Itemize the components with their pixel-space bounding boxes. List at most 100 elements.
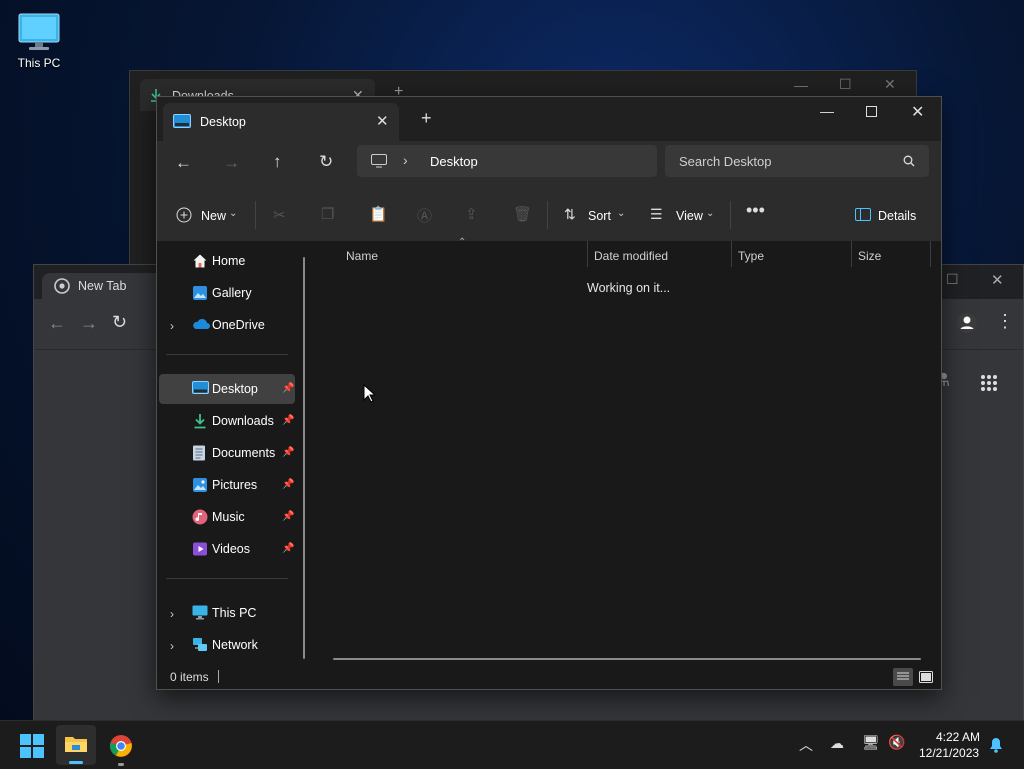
sort-button[interactable]: ⇅ Sort ⌄ [562,203,628,229]
profile-icon[interactable] [956,312,978,334]
explorer-navbar: ← → ↑ ↻ › Desktop Search Desktop [157,141,941,191]
up-icon[interactable]: ↑ [273,152,282,172]
new-tab-icon[interactable]: + [421,108,432,129]
pin-icon[interactable]: 📌 [282,415,294,426]
chevron-right-icon[interactable]: › [170,319,174,333]
maximize-icon[interactable]: ☐ [946,271,959,288]
file-list-pane: ⌃ Name Date modified Type Size Working o… [315,237,941,665]
search-input[interactable]: Search Desktop [679,154,772,169]
column-header-type[interactable]: Type [738,249,764,263]
forward-icon[interactable]: → [80,313,98,334]
sidebar-item-pictures[interactable]: Pictures 📌 [159,470,295,500]
clock-date[interactable]: 12/21/2023 [919,746,979,760]
sidebar-scrollbar[interactable] [303,257,305,659]
file-explorer-window[interactable]: Desktop ✕ + — ✕ ← → ↑ ↻ › Desktop Search… [156,96,942,690]
maximize-icon[interactable]: ☐ [839,76,852,93]
sidebar-item-label: Gallery [212,286,252,300]
minimize-icon[interactable]: — [794,77,808,93]
sidebar-item-music[interactable]: Music 📌 [159,502,295,532]
column-header-date[interactable]: Date modified [594,249,668,263]
refresh-icon[interactable]: ↻ [319,152,333,172]
minimize-icon[interactable]: — [820,103,834,119]
pin-icon[interactable]: 📌 [282,383,294,394]
sidebar-item-home[interactable]: Home [159,246,295,276]
network-status-icon[interactable]: 🖥 [862,734,880,751]
delete-icon[interactable]: 🗑 [513,205,532,223]
new-button[interactable]: New ⌄ [175,203,243,229]
horizontal-scrollbar[interactable] [333,658,921,660]
reload-icon[interactable]: ↻ [112,312,127,333]
explorer-tab-desktop[interactable]: Desktop ✕ [163,103,399,141]
back-icon[interactable]: ← [48,313,66,334]
sort-indicator-icon: ⌃ [458,237,467,248]
sidebar-item-downloads[interactable]: Downloads 📌 [159,406,295,436]
downloads-icon [194,414,206,429]
close-icon[interactable]: ✕ [911,102,924,122]
share-icon[interactable]: ⇪ [465,205,478,223]
chevron-up-icon[interactable]: ︿ [799,735,813,755]
tiles-view-icon [919,671,933,683]
explorer-tab-title: Desktop [200,115,246,129]
chevron-right-icon[interactable]: › [170,639,174,653]
close-tab-icon[interactable]: ✕ [376,112,389,130]
forward-icon[interactable]: → [223,153,240,173]
volume-muted-icon[interactable]: 🔇 [888,734,905,751]
onedrive-offline-icon[interactable]: ☁ [830,735,844,752]
close-icon[interactable]: ✕ [991,271,1004,289]
desktop-icon-label: This PC [17,56,61,70]
column-header-name[interactable]: Name [346,249,378,263]
view-button[interactable]: ☰ View ⌄ [650,203,718,229]
column-divider[interactable] [851,241,852,267]
breadcrumb[interactable]: Desktop [430,154,478,169]
search-box[interactable]: Search Desktop [665,145,929,177]
taskbar-chrome[interactable] [104,725,138,766]
sort-label: Sort [588,209,611,223]
notification-bell-icon[interactable] [989,737,1003,753]
loading-message: Working on it... [587,281,671,295]
sidebar-item-videos[interactable]: Videos 📌 [159,534,295,564]
column-divider[interactable] [930,241,931,267]
more-options-icon[interactable]: ••• [746,200,765,221]
status-divider [218,670,219,683]
maximize-icon[interactable] [866,106,877,117]
column-divider[interactable] [731,241,732,267]
paste-icon[interactable]: 📋 [369,205,388,223]
back-icon[interactable]: ← [175,153,192,173]
pin-icon[interactable]: 📌 [282,447,294,458]
address-bar[interactable]: › Desktop [357,145,657,177]
pin-icon[interactable]: 📌 [282,479,294,490]
column-divider[interactable] [587,241,588,267]
status-bar: 0 items [157,665,941,689]
sidebar-item-desktop[interactable]: Desktop 📌 [159,374,295,404]
details-button[interactable]: Details [853,203,923,229]
sidebar-item-label: Music [212,510,245,524]
chrome-icon [110,735,132,757]
apps-grid-icon[interactable] [980,374,998,392]
rename-icon[interactable]: Ⓐ [417,205,432,226]
clock-time[interactable]: 4:22 AM [936,730,980,744]
close-icon[interactable]: ✕ [884,76,896,93]
sidebar-item-this-pc[interactable]: › This PC [159,598,295,628]
chevron-down-icon: ⌄ [617,208,626,219]
sidebar-item-onedrive[interactable]: › OneDrive [159,310,295,340]
chevron-right-icon[interactable]: › [170,607,174,621]
column-header-size[interactable]: Size [858,249,881,263]
menu-dots-icon[interactable]: ⋮ [996,311,1014,332]
home-icon [193,254,207,268]
taskbar-file-explorer[interactable] [56,725,96,765]
sidebar-item-network[interactable]: › Network [159,630,295,660]
pin-icon[interactable]: 📌 [282,543,294,554]
cut-icon[interactable]: ✂ [273,206,286,224]
windows-start-icon[interactable] [20,734,44,758]
desktop-icon-this-pc[interactable]: This PC [10,8,68,78]
copy-icon[interactable]: ❐ [321,205,334,223]
chevron-right-icon[interactable]: › [403,152,408,168]
sidebar-item-label: Videos [212,542,250,556]
sidebar-item-gallery[interactable]: Gallery [159,278,295,308]
monitor-icon [18,13,60,50]
sidebar-item-label: Home [212,254,246,268]
tiles-view-button[interactable] [916,668,936,686]
sidebar-item-documents[interactable]: Documents 📌 [159,438,295,468]
details-view-button[interactable] [893,668,913,686]
pin-icon[interactable]: 📌 [282,511,294,522]
